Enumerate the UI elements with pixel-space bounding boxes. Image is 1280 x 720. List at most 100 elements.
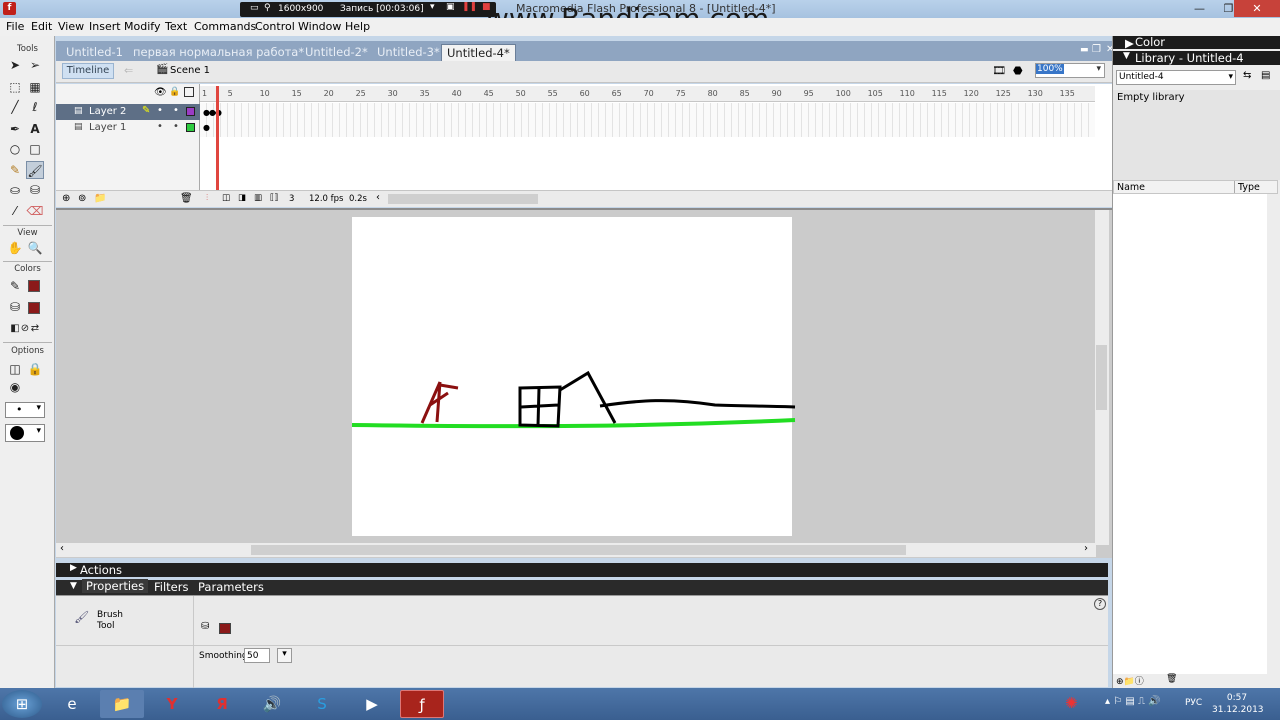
keyframe-dot[interactable]: ● xyxy=(203,123,210,132)
fill-color-swatch[interactable] xyxy=(219,623,231,634)
flash-icon[interactable]: ƒ xyxy=(400,690,444,718)
tab-untitled-1[interactable]: Untitled-1 xyxy=(61,44,128,61)
menu-text[interactable]: Text xyxy=(165,20,187,33)
layer-color-swatch[interactable] xyxy=(186,107,195,116)
stage-vscroll[interactable] xyxy=(1095,210,1109,545)
edit-symbols-icon[interactable]: ⬣ xyxy=(1013,64,1023,77)
tray-icons[interactable]: ▴ ⚐ ▤ ⎍ 🔊 xyxy=(1105,696,1161,707)
library-select[interactable]: Untitled-4 ▾ xyxy=(1116,70,1236,85)
fill-transform-icon[interactable]: ▦ xyxy=(26,78,44,96)
start-orb-icon[interactable]: ⊞ xyxy=(2,690,42,718)
col-name[interactable]: Name xyxy=(1117,182,1145,193)
timeline-hscroll-thumb[interactable] xyxy=(388,194,538,204)
doc-restore-button[interactable]: ❐ xyxy=(1092,44,1101,55)
skype-icon[interactable]: S xyxy=(300,690,344,718)
visibility-dot-icon[interactable]: • xyxy=(157,121,163,132)
oval-tool-icon[interactable]: ○ xyxy=(6,140,24,158)
chevron-down-icon[interactable]: ▾ xyxy=(430,2,435,12)
pencil-tool-icon[interactable]: ✎ xyxy=(6,161,24,179)
visibility-dot-icon[interactable]: • xyxy=(157,105,163,116)
trash-icon[interactable]: 🗑 xyxy=(180,193,193,204)
zoom-tool-icon[interactable]: 🔍 xyxy=(26,239,44,257)
brush-shape-select[interactable]: ▾ xyxy=(5,424,45,442)
tab-properties[interactable]: Properties xyxy=(82,579,149,593)
brush-size-select[interactable]: • ▾ xyxy=(5,402,45,418)
menu-help[interactable]: Help xyxy=(345,20,370,33)
paint-bucket-icon[interactable]: ⛁ xyxy=(26,181,44,199)
actions-panel-bar[interactable]: ▶ Actions xyxy=(56,563,1108,577)
tab-untitled-2[interactable]: Untitled-2* xyxy=(300,44,373,61)
edit-scene-icon[interactable]: 🎞 xyxy=(992,64,1006,77)
pause-icon[interactable]: ❚❚ xyxy=(462,2,477,12)
menu-modify[interactable]: Modify xyxy=(124,20,160,33)
search-icon[interactable]: ⚲ xyxy=(264,3,271,13)
box-stroke[interactable] xyxy=(518,385,562,428)
vscroll-thumb[interactable] xyxy=(1096,345,1107,410)
menu-view[interactable]: View xyxy=(58,20,84,33)
pen-tool-icon[interactable]: ✒ xyxy=(6,120,24,138)
tab-parameters[interactable]: Parameters xyxy=(198,580,264,594)
modify-markers-icon[interactable]: ⟦⟧ xyxy=(270,193,278,203)
pin-icon[interactable]: ⇆ xyxy=(1243,70,1251,81)
yandex-icon[interactable]: Y xyxy=(150,690,194,718)
ie-icon[interactable]: e xyxy=(50,690,94,718)
line-tool-icon[interactable]: ╱ xyxy=(6,98,24,116)
trash-icon[interactable]: 🗑 xyxy=(1166,674,1177,684)
onion-skin-icon[interactable]: ◫ xyxy=(222,193,230,203)
help-icon[interactable]: ? xyxy=(1094,598,1106,610)
lock-dot-icon[interactable]: • xyxy=(173,121,179,132)
frame-ruler[interactable]: 1 5 10 15 20 25 30 35 40 45 50 55 60 65 70 75 80 85 90 95 10… xyxy=(200,86,1095,102)
back-arrow-icon[interactable]: ⇐ xyxy=(124,64,133,77)
library-panel-bar[interactable]: ▼ Library - Untitled-4 xyxy=(1113,51,1280,65)
menu-edit[interactable]: Edit xyxy=(31,20,52,33)
stage-hscroll[interactable]: ‹ › xyxy=(56,543,1096,557)
swap-colors-icon[interactable]: ⇄ xyxy=(26,320,44,338)
arrow-tool-icon[interactable]: ➤ xyxy=(6,56,24,74)
hand-tool-icon[interactable]: ✋ xyxy=(6,239,24,257)
tab-first-work[interactable]: первая нормальная работа* xyxy=(128,44,309,61)
hscroll-thumb[interactable] xyxy=(251,545,906,555)
drawing[interactable] xyxy=(340,360,810,440)
explorer-icon[interactable]: 📁 xyxy=(100,690,144,718)
stroke-color-swatch[interactable] xyxy=(28,280,40,292)
brush-mode-icon[interactable]: ◉ xyxy=(6,378,24,396)
eraser-tool-icon[interactable]: ⌫ xyxy=(26,202,44,220)
chevron-left-icon[interactable]: ‹ xyxy=(376,192,380,203)
menu-commands[interactable]: Commands xyxy=(194,20,256,33)
menu-insert[interactable]: Insert xyxy=(89,20,121,33)
scene-label[interactable]: Scene 1 xyxy=(170,65,210,76)
chevron-right-icon[interactable]: › xyxy=(1084,543,1088,554)
playhead[interactable] xyxy=(216,86,219,191)
edit-multiple-frames-icon[interactable]: ▥ xyxy=(254,193,262,203)
bandicam-tray-icon[interactable]: ✺ xyxy=(1065,694,1078,712)
library-list[interactable] xyxy=(1113,194,1267,674)
add-layer-icon[interactable]: ⊕ xyxy=(62,193,70,204)
tab-untitled-4[interactable]: Untitled-4* xyxy=(441,44,516,61)
audio-icon[interactable]: 🔊 xyxy=(250,690,294,718)
zoom-select[interactable]: 100% ▾ xyxy=(1035,63,1105,78)
brush-tool-icon[interactable]: 🖌 xyxy=(26,161,44,179)
collapse-arrow-icon[interactable]: ▼ xyxy=(70,581,77,591)
tab-untitled-3[interactable]: Untitled-3* xyxy=(372,44,445,61)
clock[interactable]: 0:57 31.12.2013 xyxy=(1212,692,1264,716)
line-stroke[interactable] xyxy=(559,370,796,424)
lock-dot-icon[interactable]: • xyxy=(173,105,179,116)
lock-fill-icon[interactable]: 🔒 xyxy=(26,360,44,378)
frame-rate[interactable]: 12.0 fps xyxy=(309,194,343,204)
rectangle-tool-icon[interactable]: □ xyxy=(26,140,44,158)
text-tool-icon[interactable]: A xyxy=(26,120,44,138)
tab-filters[interactable]: Filters xyxy=(154,580,188,594)
close-button[interactable]: ✕ xyxy=(1234,0,1280,17)
ground-stroke[interactable] xyxy=(351,418,796,429)
menu-file[interactable]: File xyxy=(6,20,24,33)
minimize-button[interactable]: — xyxy=(1185,0,1214,17)
yandex-browser-icon[interactable]: Я xyxy=(200,690,244,718)
col-type[interactable]: Type xyxy=(1238,182,1260,193)
layer-color-swatch[interactable] xyxy=(186,123,195,132)
object-drawing-icon[interactable]: ◫ xyxy=(6,360,24,378)
onion-outline-icon[interactable]: ◨ xyxy=(238,193,246,203)
menu-window[interactable]: Window xyxy=(298,20,341,33)
lock-icon[interactable]: 🔒 xyxy=(169,87,180,97)
chevron-down-icon[interactable]: ▾ xyxy=(277,648,292,663)
flash-icon[interactable]: f xyxy=(3,2,16,15)
